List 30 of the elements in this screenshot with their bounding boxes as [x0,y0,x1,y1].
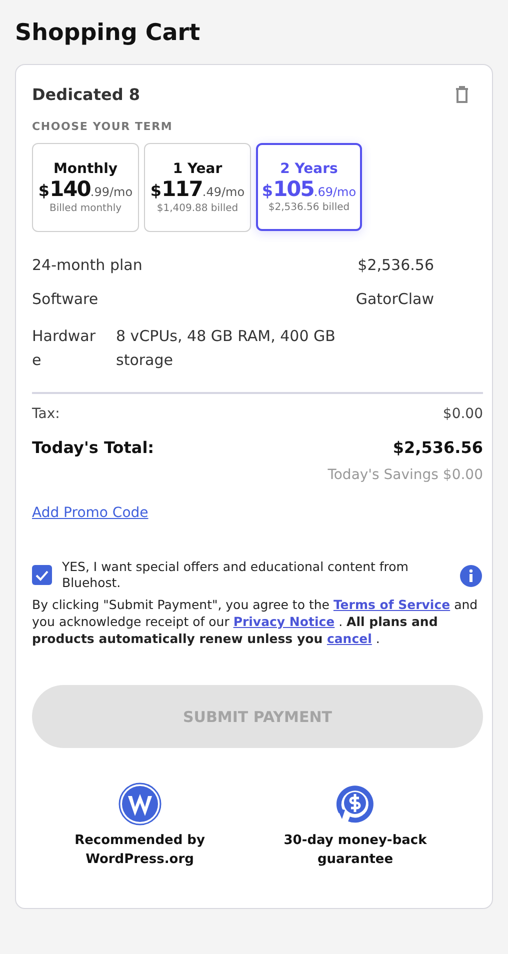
legal-link[interactable]: Privacy Notice [233,614,335,629]
product-name: Dedicated 8 [32,85,140,104]
term-option[interactable]: Monthly $140.99/mo Billed monthly [32,143,139,232]
tax-label: Tax: [32,406,60,422]
detail-value: 8 vCPUs, 48 GB RAM, 400 GB storage [115,326,336,371]
offers-checkbox[interactable] [32,565,52,585]
detail-value: $2,536.56 [358,256,434,274]
badge-text: 30-day money-back guarantee [282,832,428,870]
tax-value: $0.00 [442,406,483,422]
legal-link[interactable]: cancel [326,631,372,646]
savings-text: Today's Savings $0.00 [328,467,483,483]
detail-label: Software [32,290,98,308]
circle-logo-icon [118,782,162,826]
total-value: $2,536.56 [392,438,483,457]
info-icon[interactable] [459,564,483,588]
detail-label: 24-month plan [32,256,142,274]
detail-label: Hardware [32,326,97,371]
promo-code-link[interactable]: Add Promo Code [32,505,148,521]
check-icon [35,570,49,580]
trash-icon[interactable] [455,86,469,103]
badge-text: Recommended by WordPress.org [74,832,206,870]
offers-text: YES, I want special offers and educational content from Bluehost. [62,559,410,592]
term-option[interactable]: 2 Years $105.69/mo $2,536.56 billed [256,143,362,231]
term-option[interactable]: 1 Year $117.49/mo $1,409.88 billed [144,143,251,232]
term-label: CHOOSE YOUR TERM [32,120,174,133]
page-title: Shopping Cart [15,20,202,46]
legal-link[interactable]: Terms of Service [333,596,450,612]
total-label: Today's Total: [32,438,154,457]
legal-text: By clicking "Submit Payment", you agree to the Terms of Service and you acknowledge receipt of our Privacy Notice . All plans and products automatically renew unless you cancel . [32,596,479,648]
detail-value: GatorClaw [356,290,434,308]
